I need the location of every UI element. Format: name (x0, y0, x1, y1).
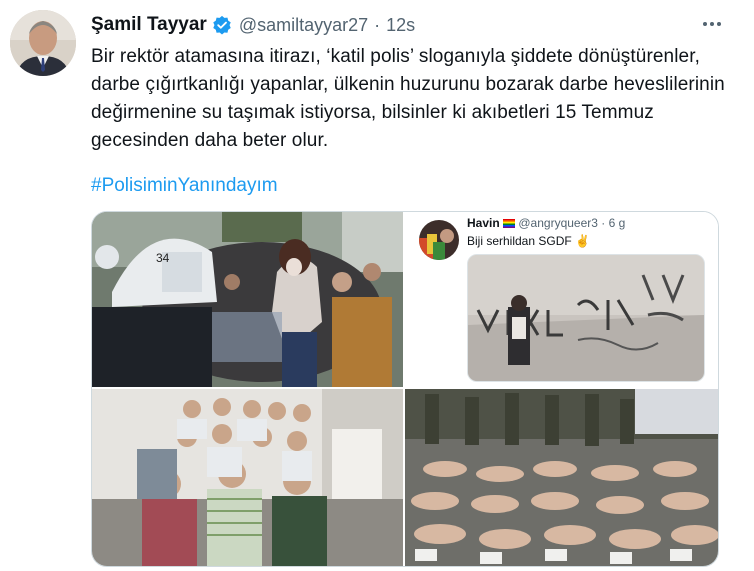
tweet-timestamp[interactable]: 12s (386, 15, 415, 36)
embedded-separator: · (601, 216, 606, 230)
tweet-header: Şamil Tayyar @samiltayyar27 · 12s (91, 13, 415, 37)
embedded-text-line: Biji serhildan SGDF ✌ (467, 234, 590, 248)
victory-hand-emoji: ✌ (575, 234, 590, 248)
media-grid: 34 Havin @angryqueer3 · 6 g Biji serhild… (91, 211, 719, 567)
tweet[interactable]: Şamil Tayyar @samiltayyar27 · 12s Bir re… (0, 0, 754, 571)
hashtag-link[interactable]: #PolisiminYanındayım (91, 172, 278, 200)
verified-badge-icon (212, 15, 232, 35)
rainbow-flag-icon (503, 219, 516, 229)
media-embedded-tweet[interactable]: Havin @angryqueer3 · 6 g Biji serhildan … (405, 212, 718, 387)
embedded-photo-graffiti-wall (467, 254, 705, 382)
embedded-author-name: Havin (467, 216, 500, 230)
more-horizontal-icon[interactable] (700, 14, 724, 34)
embedded-text: Biji serhildan SGDF (467, 234, 572, 248)
author-avatar[interactable] (10, 10, 76, 76)
embedded-author-line: Havin @angryqueer3 · 6 g (467, 216, 625, 230)
separator-dot: · (374, 14, 381, 35)
svg-text:34: 34 (156, 251, 170, 265)
author-avatar-image (10, 10, 76, 76)
embedded-avatar (419, 220, 459, 260)
media-photo-police-clash[interactable]: 34 (92, 212, 403, 387)
embedded-handle: @angryqueer3 (518, 216, 598, 230)
embedded-time: 6 g (608, 216, 626, 230)
tweet-text: Bir rektör atamasına itirazı, ‘katil pol… (91, 46, 725, 151)
media-photo-detainees[interactable] (92, 389, 403, 566)
author-handle[interactable]: @samiltayyar27 (239, 15, 368, 36)
author-name[interactable]: Şamil Tayyar (91, 14, 207, 36)
media-photo-soldiers-on-ground[interactable] (405, 389, 718, 566)
